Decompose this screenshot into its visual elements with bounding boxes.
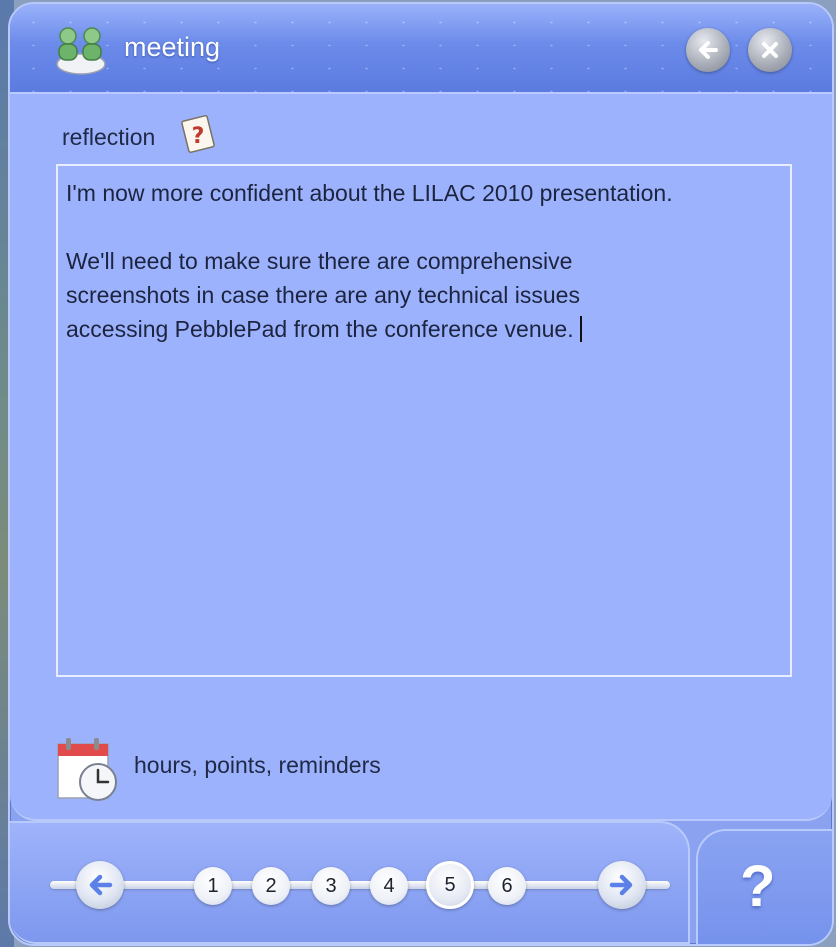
back-arrow-icon	[699, 41, 718, 59]
prev-page-button[interactable]	[76, 861, 124, 909]
page-button-2[interactable]: 2	[252, 867, 290, 905]
reflection-text: I'm now more confident about the LILAC 2…	[66, 180, 673, 342]
reflection-label: reflection	[62, 124, 156, 150]
page-button-3[interactable]: 3	[312, 867, 350, 905]
prev-arrow-icon	[89, 874, 113, 896]
pager-panel: 1 2 3 4 5 6	[10, 821, 690, 944]
window-title: meeting	[124, 32, 221, 62]
close-button[interactable]	[748, 28, 792, 72]
svg-text:?: ?	[192, 124, 205, 149]
back-button[interactable]	[686, 28, 730, 72]
page-button-6[interactable]: 6	[488, 867, 526, 905]
meeting-window: meeting reflection ? I'm now more confid…	[8, 2, 834, 946]
page-button-4[interactable]: 4	[370, 867, 408, 905]
next-page-button[interactable]	[598, 861, 646, 909]
title-bar[interactable]: meeting	[10, 4, 832, 94]
page-button-1[interactable]: 1	[194, 867, 232, 905]
help-button[interactable]: ?	[740, 853, 775, 920]
next-arrow-icon	[609, 874, 633, 896]
close-icon	[762, 42, 778, 58]
people-icon	[56, 27, 106, 75]
pager-track	[50, 881, 670, 889]
page-button-5-current[interactable]: 5	[426, 861, 474, 909]
text-caret	[579, 316, 582, 342]
options-link[interactable]: hours, points, reminders	[134, 752, 381, 779]
calendar-clock-icon[interactable]	[54, 734, 120, 804]
reflection-textarea[interactable]: I'm now more confident about the LILAC 2…	[56, 164, 792, 677]
footer: 1 2 3 4 5 6 ?	[10, 821, 832, 944]
content-area: reflection ? I'm now more confident abou…	[10, 94, 832, 821]
help-panel: ?	[696, 829, 832, 944]
help-document-icon[interactable]: ?	[176, 112, 220, 156]
